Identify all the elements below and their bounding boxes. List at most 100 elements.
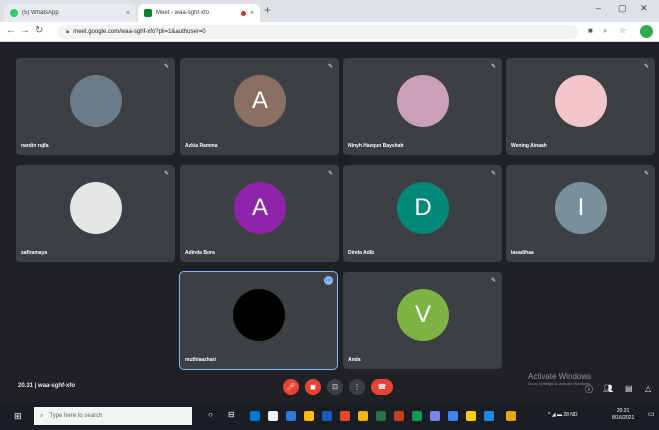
forward-arrow-icon[interactable]: → (20, 25, 30, 36)
meeting-code: waa-sghf-xfo (38, 383, 76, 389)
folder-icon[interactable] (304, 411, 314, 421)
participant-name: nardin rujfa (21, 143, 49, 149)
participant-name: Ninyh Hazqun Bayshah (348, 143, 404, 149)
mic-muted-icon: ✎ (490, 64, 496, 70)
participant-name: Adinda Bora (185, 250, 215, 256)
participant-tile[interactable]: D ✎ Dinda Adib (343, 165, 502, 262)
search-placeholder: Type here to search (49, 413, 103, 419)
more-options-icon[interactable]: ⋯ (324, 276, 333, 285)
people-icon[interactable]: 👥︎ (603, 384, 613, 393)
meeting-time: 20.31 (18, 383, 34, 389)
store-icon[interactable] (268, 411, 278, 421)
meet-stage: ✎ nardin rujfa A ✎ Azkia Ramma ✎ Ninyh Hazqun … (0, 42, 659, 402)
participant-avatar-photo (397, 75, 449, 127)
tab-title: Meet - waa-sghf-xfo (156, 10, 210, 16)
windows-start-icon[interactable]: ⊞ (14, 411, 22, 422)
activities-icon[interactable]: △ (645, 384, 651, 393)
zoom-icon[interactable]: ⌕ (603, 26, 607, 36)
word-icon[interactable] (322, 411, 332, 421)
chat-icon[interactable]: ▤ (625, 384, 633, 393)
back-arrow-icon[interactable]: ← (6, 25, 16, 36)
participant-avatar-photo (555, 75, 607, 127)
participant-name: muthiaazhari (185, 357, 216, 363)
search-icon: ⌕ (40, 412, 44, 419)
mic-muted-icon: ✎ (490, 278, 496, 284)
participant-tile[interactable]: ✎ Ninyh Hazqun Bayshah (343, 58, 502, 155)
watermark-subtitle: Go to Settings to activate Windows. (528, 381, 592, 386)
mic-off-button[interactable]: 🎤︎ (283, 379, 299, 395)
tab-title: (5) WhatsApp (22, 10, 59, 16)
participant-name: Azkia Ramma (185, 143, 218, 149)
participant-tile[interactable]: ✎ nardin rujfa (16, 58, 175, 155)
taskbar-clock[interactable]: 20.31 8/16/2021 (612, 408, 634, 422)
clock-time: 20.31 (616, 408, 630, 414)
participant-avatar-photo (233, 289, 285, 341)
tab-whatsapp[interactable]: (5) WhatsApp × (4, 4, 136, 22)
reload-icon[interactable]: ↻ (35, 25, 43, 36)
participant-name: Dinda Adib (348, 250, 375, 256)
minimize-button[interactable]: – (596, 3, 601, 13)
participant-avatar: V (397, 289, 449, 341)
participant-tile[interactable]: V ✎ Anda (343, 272, 502, 369)
meeting-details: 20.31 | waa-sghf-xfo (18, 383, 75, 389)
office-icon[interactable] (340, 411, 350, 421)
google-meet-icon (144, 9, 152, 17)
new-tab-button[interactable]: + (264, 3, 271, 17)
close-tab-icon[interactable]: × (250, 10, 254, 17)
camera-off-button[interactable]: ◼ (305, 379, 321, 395)
mic-muted-icon: ✎ (163, 171, 169, 177)
participant-name: Anda (348, 357, 361, 363)
star-icon[interactable]: ☆ (619, 26, 626, 35)
end-call-button[interactable]: ☎︎ (371, 379, 393, 395)
participant-tile[interactable]: ✎ safiramaya (16, 165, 175, 262)
participant-tile[interactable]: A ✎ Azkia Ramma (180, 58, 339, 155)
activate-windows-watermark: Activate Windows Go to Settings to activ… (528, 372, 591, 386)
screen: (5) WhatsApp × Meet - waa-sghf-xfo × + –… (0, 0, 659, 430)
participant-name: lasadihaa (511, 250, 534, 256)
address-bar-row: ← → ↻ 🔒︎ meet.google.com/waa-sghf-xfo?pl… (0, 22, 659, 42)
maximize-button[interactable]: ▢ (618, 3, 627, 14)
info-icon[interactable]: ⓘ (585, 384, 593, 395)
close-window-button[interactable]: ✕ (640, 3, 648, 14)
clock-date: 8/16/2021 (612, 415, 635, 421)
edge-icon[interactable] (250, 411, 260, 421)
separator: | (34, 383, 37, 389)
present-screen-button[interactable]: ⊡ (327, 379, 343, 395)
cortana-icon[interactable]: ○ (208, 410, 218, 420)
close-tab-icon[interactable]: × (126, 10, 130, 17)
browser-app-icon[interactable] (484, 411, 494, 421)
chrome-icon[interactable] (358, 411, 368, 421)
more-options-button[interactable]: ⋮ (349, 379, 365, 395)
zoom-app-icon[interactable] (448, 411, 458, 421)
participant-avatar: D (397, 182, 449, 234)
lock-icon: 🔒︎ (66, 28, 70, 35)
participant-avatar: I (555, 182, 607, 234)
vlc-icon[interactable] (506, 411, 516, 421)
tab-meet[interactable]: Meet - waa-sghf-xfo × (138, 4, 260, 22)
mic-muted-icon: ✎ (327, 64, 333, 70)
participant-tile[interactable]: ⋯ muthiaazhari (179, 271, 338, 370)
participant-tile[interactable]: I ✎ lasadihaa (506, 165, 655, 262)
mic-muted-icon: ✎ (643, 64, 649, 70)
powerpoint-icon[interactable] (394, 411, 404, 421)
participant-name: safiramaya (21, 250, 48, 256)
profile-avatar[interactable] (640, 25, 653, 38)
notification-icon[interactable]: ▭ (648, 410, 655, 418)
url-text: meet.google.com/waa-sghf-xfo?pli=1&authu… (73, 29, 206, 35)
taskbar-search-box[interactable]: ⌕ Type here to search (34, 407, 192, 425)
watermark-title: Activate Windows (528, 372, 592, 381)
excel-icon[interactable] (376, 411, 386, 421)
mail-icon[interactable] (286, 411, 296, 421)
teams-icon[interactable] (430, 411, 440, 421)
camera-icon[interactable]: ■ (588, 26, 593, 35)
participant-tile[interactable]: ✎ Wening Ainaah (506, 58, 655, 155)
system-tray[interactable]: ^ ◢ ▬ 28 ND (548, 412, 578, 418)
meet-control-bar: 20.31 | waa-sghf-xfo 🎤︎ ◼ ⊡ ⋮ ☎︎ Activat… (0, 372, 659, 402)
task-view-icon[interactable]: ⊟ (228, 410, 238, 420)
whatsapp-icon (10, 9, 18, 17)
app-icon[interactable] (412, 411, 422, 421)
address-bar[interactable]: 🔒︎ meet.google.com/waa-sghf-xfo?pli=1&au… (58, 25, 578, 39)
mic-muted-icon: ✎ (163, 64, 169, 70)
notes-icon[interactable] (466, 411, 476, 421)
participant-tile[interactable]: A ✎ Adinda Bora (180, 165, 339, 262)
